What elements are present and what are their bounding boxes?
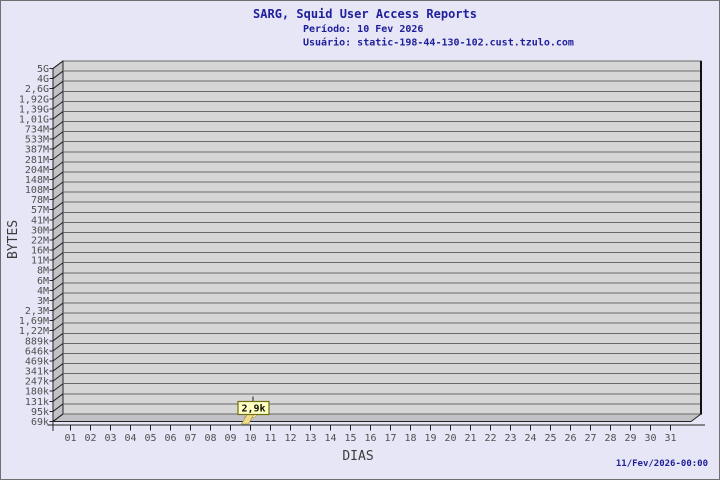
x-tick-label: 06 [164, 433, 176, 444]
x-tick-label: 26 [564, 433, 576, 444]
x-tick-label: 31 [664, 433, 676, 444]
x-tick-label: 18 [404, 433, 416, 444]
x-tick-label: 13 [304, 433, 316, 444]
x-tick-label: 16 [364, 433, 376, 444]
chart-period: Período: 10 Fev 2026 [303, 23, 423, 35]
data-point-label: 2,9k [241, 404, 265, 415]
x-tick-label: 19 [424, 433, 436, 444]
x-tick-label: 08 [204, 433, 216, 444]
sarg-report-image: SARG, Squid User Access Reports Período:… [0, 0, 720, 480]
x-tick-label: 29 [624, 433, 636, 444]
plot-3d-frame [51, 60, 703, 423]
x-tick-label: 03 [104, 433, 116, 444]
x-tick-label: 27 [584, 433, 596, 444]
y-axis-title: BYTES [6, 220, 21, 259]
x-tick-label: 10 [244, 433, 256, 444]
plot-floor [51, 413, 703, 422]
x-tick-label: 20 [444, 433, 456, 444]
y-tick-labels: 5G4G2,6G1,92G1,39G1,01G734M533M387M281M2… [19, 64, 49, 428]
x-tick-label: 15 [344, 433, 356, 444]
chart-header: SARG, Squid User Access Reports Período:… [253, 7, 574, 49]
x-tick-label: 14 [324, 433, 336, 444]
x-tick-marks [70, 425, 671, 431]
x-tick-label: 30 [644, 433, 656, 444]
x-tick-label: 25 [544, 433, 556, 444]
x-tick-label: 09 [224, 433, 236, 444]
x-tick-label: 11 [264, 433, 276, 444]
x-tick-label: 04 [124, 433, 136, 444]
chart-title: SARG, Squid User Access Reports [253, 7, 477, 21]
y-tick-label: 69k [31, 417, 49, 428]
x-tick-labels: 01 02 03 04 05 06 07 08 09 10 11 12 13 14 15 16 17 18 19 20… [64, 433, 676, 444]
x-tick-label: 24 [524, 433, 536, 444]
x-tick-label: 22 [484, 433, 496, 444]
sarg-daily-chart: SARG, Squid User Access Reports Período:… [6, 7, 708, 469]
x-tick-label: 01 [64, 433, 76, 444]
x-tick-label: 21 [464, 433, 476, 444]
chart-user: Usuário: static-198-44-130-102.cust.tzul… [303, 37, 574, 49]
x-tick-label: 07 [184, 433, 196, 444]
x-tick-label: 23 [504, 433, 516, 444]
x-tick-label: 02 [84, 433, 96, 444]
x-tick-label: 12 [284, 433, 296, 444]
x-tick-label: 17 [384, 433, 396, 444]
x-axis-title: DIAS [342, 449, 373, 464]
x-tick-label: 05 [144, 433, 156, 444]
x-tick-label: 28 [604, 433, 616, 444]
generated-timestamp: 11/Fev/2026-00:00 [616, 459, 708, 469]
y-tick-marks [49, 68, 53, 422]
plot-back-wall [62, 60, 702, 415]
